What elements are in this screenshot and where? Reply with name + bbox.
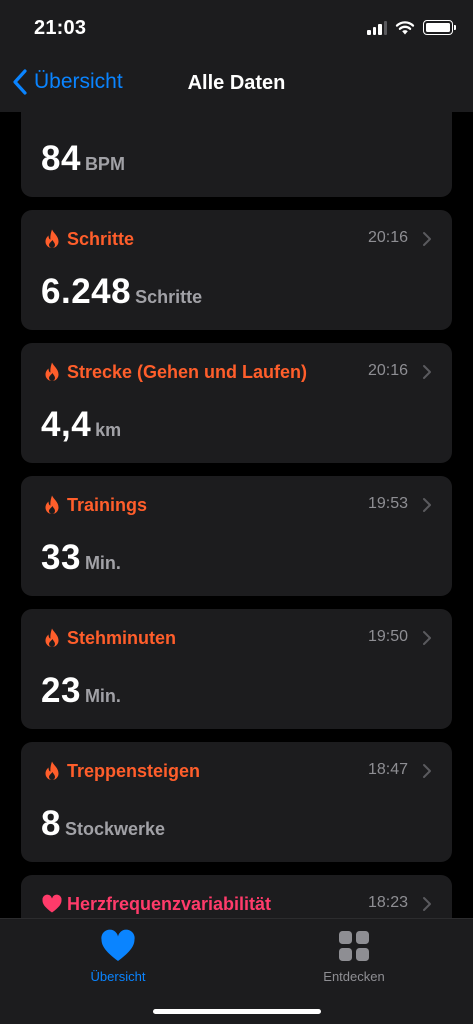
data-card-stand-minutes[interactable]: Stehminuten 19:50 23 Min. <box>21 609 452 729</box>
cellular-signal-icon <box>367 20 387 35</box>
chevron-right-icon <box>423 498 431 512</box>
status-time: 21:03 <box>34 17 87 39</box>
status-bar: 21:03 <box>0 0 473 56</box>
card-timestamp: 19:53 <box>367 495 408 512</box>
card-timestamp: 20:16 <box>367 362 408 379</box>
home-indicator[interactable] <box>153 1009 321 1014</box>
chevron-right-icon <box>423 631 431 645</box>
card-title: Herzfrequenzvariabilität <box>67 893 272 914</box>
navigation-bar: Übersicht Alle Daten <box>0 56 473 112</box>
tab-label: Übersicht <box>90 969 146 984</box>
back-button-label: Übersicht <box>34 70 123 93</box>
card-value-number: 6.248 <box>41 272 132 311</box>
data-card-hrv[interactable]: Herzfrequenzvariabilität 18:23 <box>21 875 452 918</box>
card-value-number: 33 <box>41 538 81 577</box>
chevron-right-icon <box>423 897 431 911</box>
card-timestamp: 20:16 <box>367 229 408 246</box>
card-value: 84 BPM <box>41 139 125 179</box>
wifi-icon <box>395 21 415 35</box>
chevron-right-icon <box>423 232 431 246</box>
card-value-unit: Schritte <box>135 287 203 307</box>
card-value-number: 23 <box>41 671 81 710</box>
card-timestamp: 18:47 <box>367 761 408 778</box>
card-value-unit: Min. <box>84 553 121 573</box>
card-value-number: 4,4 <box>41 405 92 444</box>
card-value-unit: km <box>95 420 122 440</box>
card-title: Trainings <box>67 494 148 515</box>
card-title: Stehminuten <box>67 627 177 648</box>
card-title: Treppensteigen <box>67 760 201 781</box>
chevron-right-icon <box>423 764 431 778</box>
card-value-number: 8 <box>41 804 61 843</box>
data-card-distance[interactable]: Strecke (Gehen und Laufen) 20:16 4,4 km <box>21 343 452 463</box>
flame-icon <box>45 495 59 514</box>
tab-label: Entdecken <box>323 969 385 984</box>
flame-icon <box>45 362 59 381</box>
flame-icon <box>45 229 59 248</box>
heart-icon <box>42 894 62 913</box>
card-title: Schritte <box>67 228 135 249</box>
heart-icon <box>101 929 135 961</box>
chevron-right-icon <box>423 365 431 379</box>
card-value-unit: BPM <box>84 154 125 174</box>
back-button[interactable]: Übersicht <box>10 68 123 96</box>
card-timestamp: 18:23 <box>367 894 408 911</box>
data-card-flights-climbed[interactable]: Treppensteigen 18:47 8 Stockwerke <box>21 742 452 862</box>
chevron-left-icon <box>13 69 27 95</box>
flame-icon <box>45 628 59 647</box>
grid-icon <box>339 931 369 961</box>
flame-icon <box>45 761 59 780</box>
data-list[interactable]: 84 BPM Schritte 20:16 6.248 Schritte Str… <box>0 112 473 918</box>
card-value-unit: Stockwerke <box>64 819 166 839</box>
card-value-unit: Min. <box>84 686 121 706</box>
data-card-heart-rate[interactable]: 84 BPM <box>21 112 452 197</box>
card-value-number: 84 <box>41 139 81 178</box>
data-card-workouts[interactable]: Trainings 19:53 33 Min. <box>21 476 452 596</box>
tab-bar: Übersicht Entdecken <box>0 918 473 1024</box>
tab-overview[interactable]: Übersicht <box>58 929 178 984</box>
tab-discover[interactable]: Entdecken <box>294 929 414 984</box>
data-card-steps[interactable]: Schritte 20:16 6.248 Schritte <box>21 210 452 330</box>
status-icons <box>367 20 456 35</box>
battery-icon <box>423 20 456 35</box>
card-timestamp: 19:50 <box>367 628 408 645</box>
card-title: Strecke (Gehen und Laufen) <box>67 361 308 382</box>
